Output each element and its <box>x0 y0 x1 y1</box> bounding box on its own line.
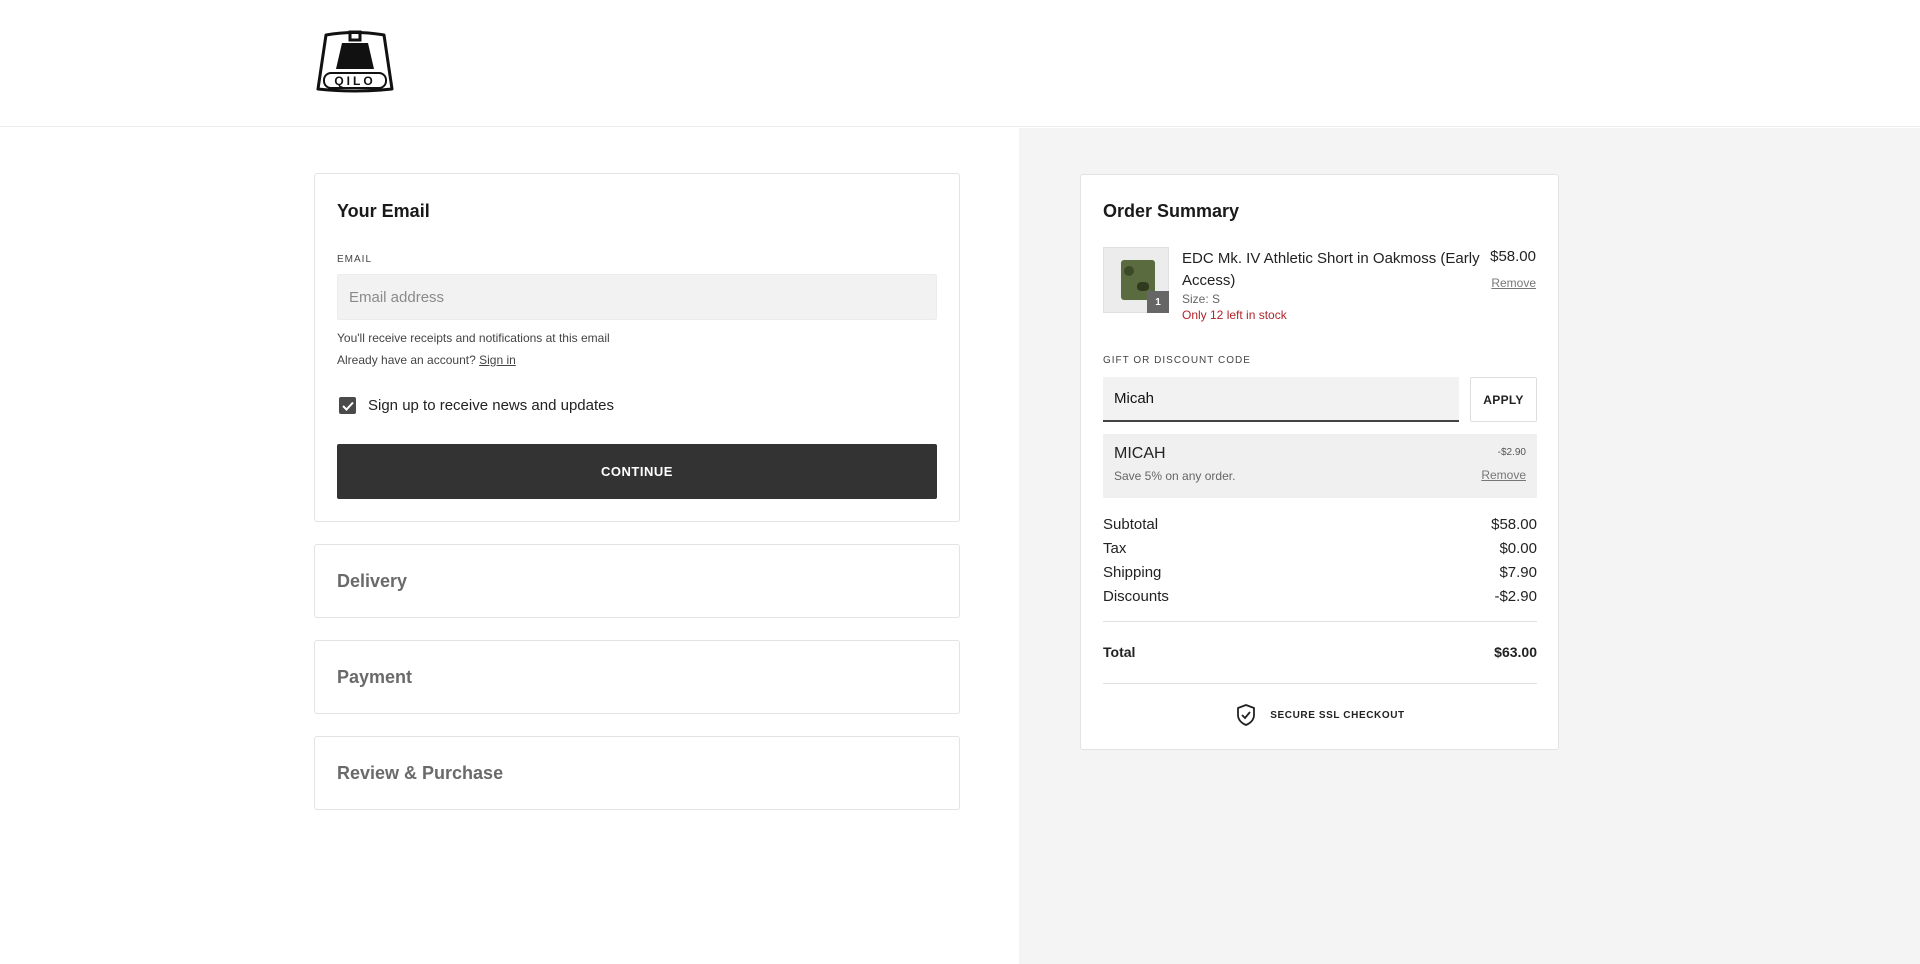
tax-value: $0.00 <box>1499 540 1537 557</box>
discount-code-label: GIFT OR DISCOUNT CODE <box>1103 355 1251 366</box>
tax-label: Tax <box>1103 540 1127 557</box>
divider <box>1103 683 1537 684</box>
product-name: EDC Mk. IV Athletic Short in Oakmoss (Ea… <box>1182 250 1480 289</box>
review-title: Review & Purchase <box>337 763 504 783</box>
checkout-steps: Your Email EMAIL You'll receive receipts… <box>0 128 1019 964</box>
qilo-logo[interactable]: QILO <box>316 29 394 95</box>
product-thumbnail: 1 <box>1103 247 1169 313</box>
account-prompt: Already have an account? Sign in <box>337 353 516 367</box>
discounts-value: -$2.90 <box>1494 588 1537 605</box>
total-row: Total $63.00 <box>1103 644 1537 660</box>
shipping-label: Shipping <box>1103 564 1162 581</box>
total-label: Total <box>1103 644 1136 660</box>
secure-checkout-text: SECURE SSL CHECKOUT <box>1270 709 1405 721</box>
remove-item-link[interactable]: Remove <box>1491 276 1536 290</box>
newsletter-checkbox-row[interactable]: Sign up to receive news and updates <box>339 397 614 414</box>
discount-code-input[interactable] <box>1103 377 1459 422</box>
email-section-title: Your Email <box>337 201 430 221</box>
product-size: Size: S <box>1182 292 1221 306</box>
newsletter-checkbox[interactable] <box>339 397 356 414</box>
product-price: $58.00 <box>1490 248 1536 265</box>
applied-discount: MICAH Save 5% on any order. -$2.90 Remov… <box>1103 434 1537 498</box>
secure-checkout-badge: SECURE SSL CHECKOUT <box>1081 704 1560 726</box>
total-value: $63.00 <box>1494 644 1537 660</box>
account-prompt-text: Already have an account? <box>337 353 476 367</box>
divider <box>1103 621 1537 622</box>
header: QILO <box>0 0 1920 127</box>
email-input[interactable] <box>337 274 937 320</box>
apply-button[interactable]: APPLY <box>1470 377 1537 422</box>
order-summary-title: Order Summary <box>1103 201 1240 221</box>
tax-row: Tax $0.00 <box>1103 540 1537 557</box>
email-section: Your Email EMAIL You'll receive receipts… <box>314 173 960 522</box>
delivery-title: Delivery <box>337 571 408 591</box>
sign-in-link[interactable]: Sign in <box>479 353 516 367</box>
review-section[interactable]: Review & Purchase <box>314 736 960 810</box>
shipping-value: $7.90 <box>1499 564 1537 581</box>
email-field-label: EMAIL <box>337 254 373 265</box>
logo-text: QILO <box>334 74 375 88</box>
remove-discount-link[interactable]: Remove <box>1481 468 1526 482</box>
discounts-row: Discounts -$2.90 <box>1103 588 1537 605</box>
quantity-badge: 1 <box>1147 291 1169 313</box>
email-helper-text: You'll receive receipts and notification… <box>337 331 610 345</box>
order-summary-panel: Order Summary 1 EDC Mk. IV Athletic Shor… <box>1019 128 1920 964</box>
delivery-section[interactable]: Delivery <box>314 544 960 618</box>
discounts-label: Discounts <box>1103 588 1169 605</box>
newsletter-label: Sign up to receive news and updates <box>368 397 614 414</box>
checkmark-icon <box>341 401 354 411</box>
shipping-row: Shipping $7.90 <box>1103 564 1537 581</box>
discount-description: Save 5% on any order. <box>1114 469 1236 483</box>
continue-button[interactable]: CONTINUE <box>337 444 937 499</box>
order-summary: Order Summary 1 EDC Mk. IV Athletic Shor… <box>1080 174 1559 750</box>
subtotal-value: $58.00 <box>1491 516 1537 533</box>
discount-amount: -$2.90 <box>1497 447 1526 458</box>
discount-code: MICAH <box>1114 445 1166 462</box>
shield-check-icon <box>1237 704 1256 726</box>
subtotal-label: Subtotal <box>1103 516 1159 533</box>
stock-warning: Only 12 left in stock <box>1182 308 1287 322</box>
payment-title: Payment <box>337 667 413 687</box>
subtotal-row: Subtotal $58.00 <box>1103 516 1537 533</box>
payment-section[interactable]: Payment <box>314 640 960 714</box>
